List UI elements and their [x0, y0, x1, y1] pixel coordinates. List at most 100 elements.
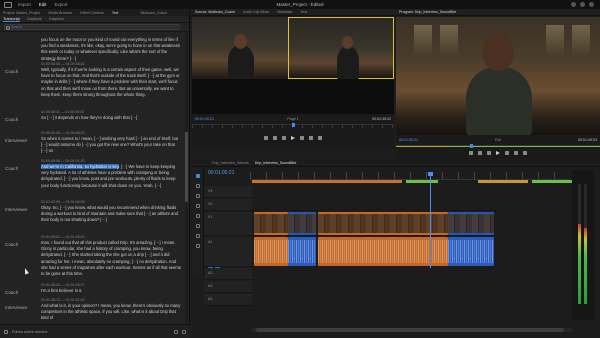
- timeline-timecode[interactable]: 00:01:00:21: [208, 170, 234, 176]
- program-time-ruler[interactable]: [396, 145, 600, 147]
- list-view-icon[interactable]: [182, 329, 186, 334]
- mark-in-icon[interactable]: [469, 151, 473, 155]
- video-clip-selected[interactable]: [448, 212, 494, 235]
- highlighted-phrase[interactable]: And we're in California, so hydration is…: [41, 164, 119, 169]
- track-v1[interactable]: [252, 212, 572, 236]
- speaker-label[interactable]: Coach: [5, 117, 18, 122]
- program-timecode[interactable]: 00:01:00:21: [399, 138, 418, 142]
- video-clip[interactable]: [318, 212, 448, 235]
- video-clip[interactable]: [254, 212, 288, 235]
- segment-text[interactable]: Okay. So, [···] you know, what would you…: [41, 205, 181, 224]
- overwrite-icon[interactable]: [318, 136, 322, 140]
- segment-text[interactable]: I'm a firm believer in it.: [41, 288, 181, 294]
- insert-icon[interactable]: [309, 136, 313, 140]
- step-back-icon[interactable]: [282, 136, 286, 140]
- speaker-label[interactable]: Coach: [5, 242, 18, 247]
- selection-tool-icon[interactable]: [196, 174, 200, 178]
- follow-monitor-icon[interactable]: [4, 329, 8, 334]
- hand-tool-icon[interactable]: [196, 234, 200, 238]
- tab-media-browser[interactable]: Media Browser: [48, 11, 72, 15]
- audio-clip[interactable]: [254, 237, 288, 266]
- quick-export-icon[interactable]: [580, 2, 585, 7]
- tab-source[interactable]: Source: Multicam_Coach: [195, 10, 235, 14]
- share-icon[interactable]: [571, 2, 576, 7]
- type-tool-icon[interactable]: [196, 244, 200, 248]
- source-playhead[interactable]: [292, 123, 295, 127]
- tab-audio-clip-mixer[interactable]: Audio Clip Mixer: [243, 10, 269, 14]
- timeline-scroll-thumb[interactable]: [256, 328, 564, 332]
- tab-project[interactable]: Project: Master_Project: [3, 11, 40, 15]
- razor-tool-icon[interactable]: [196, 204, 200, 208]
- follow-monitor-label[interactable]: Follow active monitor: [12, 330, 48, 334]
- program-video-frame[interactable]: [396, 17, 600, 135]
- step-forward-icon[interactable]: [300, 136, 304, 140]
- track-a2[interactable]: [252, 268, 572, 280]
- multicam-angle-1[interactable]: [192, 17, 288, 79]
- track-header-v3[interactable]: V3: [204, 186, 252, 198]
- mark-out-icon[interactable]: [478, 151, 482, 155]
- tab-sequence-selects[interactable]: Drip_Interview_Selects: [212, 161, 249, 165]
- audio-clip-selected[interactable]: [288, 237, 316, 266]
- segment-text[interactable]: Well, typically, if it if we're looking …: [41, 67, 181, 98]
- tab-metadata[interactable]: Metadata: [277, 10, 292, 14]
- source-timecode[interactable]: 00:01:00:21: [195, 117, 214, 121]
- speaker-label[interactable]: Coach: [5, 69, 18, 74]
- audio-clip[interactable]: [318, 237, 448, 266]
- transcript-scrollbar[interactable]: [185, 32, 188, 324]
- marker-range-green-2[interactable]: [532, 180, 572, 183]
- source-video-area[interactable]: [192, 17, 394, 114]
- track-header-a3[interactable]: A3: [204, 281, 252, 293]
- pen-tool-icon[interactable]: [196, 224, 200, 228]
- audio-clip-selected[interactable]: [448, 237, 494, 266]
- speaker-label[interactable]: Coach: [5, 166, 18, 171]
- timeline-playhead[interactable]: [428, 172, 433, 268]
- track-v2[interactable]: [252, 199, 572, 211]
- track-a4[interactable]: [252, 294, 572, 306]
- tab-graphics[interactable]: Graphics: [49, 17, 64, 21]
- tab-program[interactable]: Program: Drip_Interview_SoundBite: [399, 10, 456, 14]
- tab-effect-controls[interactable]: Effect Controls: [80, 11, 104, 15]
- ripple-edit-tool-icon[interactable]: [196, 194, 200, 198]
- marker-range-green[interactable]: [406, 180, 438, 183]
- tab-sequence-soundbite[interactable]: Drip_Interview_SoundBite: [255, 161, 297, 165]
- segment-text[interactable]: And what is it, in your opinion? I mean,…: [41, 303, 181, 322]
- source-fit-dropdown[interactable]: Page 1: [214, 117, 372, 121]
- speaker-label[interactable]: Interviewer: [5, 207, 27, 212]
- segment-text[interactable]: you focus on the moot or you kind of rou…: [41, 37, 181, 62]
- work-area-bar[interactable]: [252, 180, 402, 183]
- speaker-label[interactable]: Coach: [5, 290, 18, 295]
- program-fit-dropdown[interactable]: Full: [418, 138, 578, 142]
- track-header-v1[interactable]: V1: [204, 212, 252, 236]
- settings-icon[interactable]: [174, 329, 178, 334]
- segment-text[interactable]: And we're in California, so hydration is…: [41, 164, 181, 189]
- extract-icon[interactable]: [523, 151, 527, 155]
- timeline-ruler[interactable]: [250, 172, 570, 180]
- speaker-label[interactable]: Interviewer: [5, 138, 27, 143]
- speaker-label[interactable]: Interviewer: [5, 305, 27, 310]
- track-select-tool-icon[interactable]: [196, 184, 200, 188]
- track-header-a2[interactable]: A2: [204, 268, 252, 280]
- lift-icon[interactable]: [514, 151, 518, 155]
- step-forward-icon[interactable]: [505, 151, 509, 155]
- scrollbar-thumb[interactable]: [185, 132, 188, 202]
- play-icon[interactable]: [496, 151, 500, 155]
- multicam-angle-2[interactable]: [288, 17, 394, 80]
- marker-range-yellow[interactable]: [478, 180, 528, 183]
- mark-in-icon[interactable]: [264, 136, 268, 140]
- tab-transcript[interactable]: Transcript: [3, 17, 20, 22]
- play-icon[interactable]: [291, 136, 295, 140]
- segment-text[interactable]: man, I found out that all this product c…: [41, 240, 181, 277]
- track-header-a1[interactable]: A1: [204, 237, 252, 267]
- step-back-icon[interactable]: [487, 151, 491, 155]
- segment-text[interactable]: So when it comes to i mean, [···] workin…: [41, 136, 181, 155]
- track-v3[interactable]: [252, 186, 572, 198]
- track-a3[interactable]: [252, 281, 572, 293]
- fullscreen-icon[interactable]: [589, 2, 594, 7]
- segment-text[interactable]: So [···] it depends on how they're doing…: [41, 115, 181, 121]
- tab-text-source[interactable]: Text: [300, 10, 307, 14]
- track-header-v2[interactable]: V2: [204, 199, 252, 211]
- track-a1[interactable]: [252, 237, 572, 267]
- search-input[interactable]: Search: [4, 24, 180, 30]
- tab-captions[interactable]: Captions: [27, 17, 42, 21]
- tab-text[interactable]: Text: [112, 11, 119, 15]
